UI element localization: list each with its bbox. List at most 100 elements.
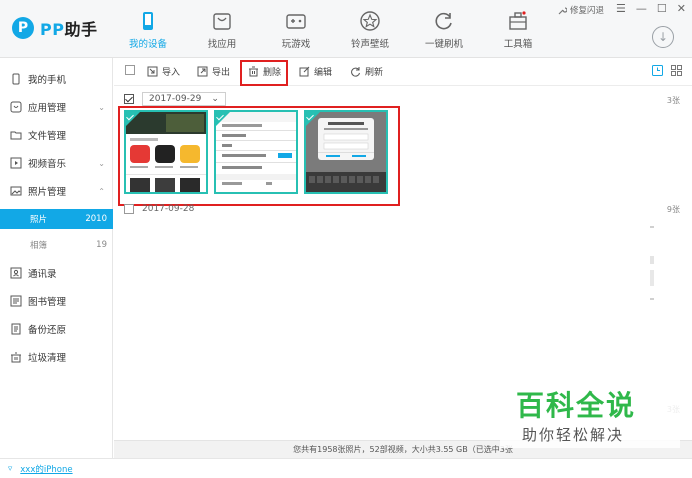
nav-label: 我的设备 — [128, 39, 167, 50]
sidebar-sub-label: 照片 — [30, 215, 48, 225]
window-controls: ☰ — ☐ ✕ — [616, 2, 686, 15]
view-toggle — [652, 65, 682, 76]
import-button[interactable]: 导入 — [147, 65, 180, 78]
device-bar: ▿ xxx的iPhone — [0, 458, 692, 478]
edit-icon — [299, 66, 310, 77]
group-checkbox[interactable] — [124, 204, 134, 214]
refresh-label: 刷新 — [365, 68, 384, 78]
download-icon[interactable]: ↓ — [652, 26, 674, 48]
import-icon — [147, 66, 158, 77]
sidebar-sub-label: 相簿 — [30, 241, 48, 251]
refresh-small-icon — [351, 67, 360, 77]
refresh-button[interactable]: 刷新 — [350, 65, 383, 78]
sidebar-item-label: 应用管理 — [28, 103, 67, 114]
sidebar-item-file-manager[interactable]: 文件管理 — [0, 123, 113, 147]
sidebar: 我的手机 应用管理 ⌄ 文件管理 视频音乐 ⌄ 照片管理 ⌃ 照片 2010 相… — [0, 58, 113, 458]
grid-view-icon[interactable] — [671, 65, 682, 76]
nav-ringtones[interactable]: 铃声壁纸 — [340, 10, 400, 50]
contacts-icon — [10, 267, 22, 279]
nav-label: 铃声壁纸 — [350, 39, 389, 50]
date-label: 2017-09-28 — [142, 204, 195, 214]
folder-icon — [10, 131, 22, 140]
watermark-title: 百科全说 — [516, 389, 637, 422]
chevron-up-icon: ⌃ — [98, 186, 105, 196]
sidebar-item-label: 通讯录 — [28, 269, 57, 280]
nav-play-games[interactable]: 玩游戏 — [266, 10, 326, 50]
sidebar-sub-count: 2010 — [85, 214, 107, 224]
maximize-icon[interactable]: ☐ — [657, 2, 667, 15]
scroll-marker — [650, 270, 654, 286]
wifi-icon: ▿ — [8, 463, 13, 474]
edit-button[interactable]: 编辑 — [299, 65, 332, 78]
watermark: 百科全说 助你轻松解决 — [500, 382, 680, 448]
repair-label: 修复闪退 — [569, 6, 604, 16]
menu-icon[interactable]: ☰ — [616, 2, 626, 15]
star-icon — [360, 11, 380, 31]
clock-view-icon[interactable] — [652, 65, 663, 76]
sidebar-item-label: 我的手机 — [28, 75, 67, 86]
export-label: 导出 — [212, 68, 231, 78]
nav-my-device[interactable]: 我的设备 — [118, 10, 178, 50]
scroll-marker — [650, 298, 654, 300]
group-count: 3张 — [666, 96, 680, 105]
photo-toolbar: 导入 导出 删除 编辑 刷新 — [114, 58, 692, 86]
phone-outline-icon — [12, 73, 20, 85]
sidebar-item-my-phone[interactable]: 我的手机 — [0, 67, 113, 91]
edit-label: 编辑 — [314, 68, 333, 78]
nav-label: 玩游戏 — [281, 39, 311, 50]
delete-highlight-box — [240, 60, 288, 86]
selection-highlight-box — [118, 106, 400, 206]
sidebar-item-label: 文件管理 — [28, 131, 67, 142]
device-name-link[interactable]: xxx的iPhone — [20, 463, 72, 475]
sidebar-item-backup[interactable]: 备份还原 — [0, 317, 113, 341]
date-label: 2017-09-29 — [149, 94, 202, 104]
nav-label: 工具箱 — [503, 39, 533, 50]
logo-mark: P — [12, 17, 34, 39]
nav-flash[interactable]: 一键刷机 — [414, 10, 474, 50]
sidebar-sub-albums[interactable]: 相簿 19 — [0, 235, 113, 255]
logo-text: PP助手 — [40, 20, 98, 39]
sidebar-item-label: 备份还原 — [28, 325, 67, 336]
export-icon — [197, 66, 208, 77]
date-group-header: 2017-09-28 — [124, 204, 194, 214]
sidebar-item-video-music[interactable]: 视频音乐 ⌄ — [0, 151, 113, 175]
wrench-icon — [558, 6, 567, 14]
nav-find-apps[interactable]: 找应用 — [192, 10, 252, 50]
minimize-icon[interactable]: — — [636, 2, 647, 15]
sidebar-item-label: 照片管理 — [28, 187, 67, 198]
gamepad-icon — [286, 14, 306, 29]
group-count: 9张 — [666, 205, 680, 214]
nav-toolbox[interactable]: 工具箱 — [488, 10, 548, 50]
phone-icon — [143, 12, 153, 30]
sidebar-item-app-manager[interactable]: 应用管理 ⌄ — [0, 95, 113, 119]
app-icon — [10, 101, 22, 113]
export-button[interactable]: 导出 — [197, 65, 230, 78]
sidebar-item-cleanup[interactable]: 垃圾清理 — [0, 345, 113, 369]
nav-label: 一键刷机 — [424, 39, 463, 50]
sidebar-item-photo-manager[interactable]: 照片管理 ⌃ — [0, 179, 113, 203]
repair-crash-button[interactable]: 修复闪退 — [558, 4, 604, 16]
sidebar-item-books[interactable]: 图书管理 — [0, 289, 113, 313]
import-label: 导入 — [162, 68, 181, 78]
sidebar-sub-photos[interactable]: 照片 2010 — [0, 209, 113, 229]
refresh-icon — [435, 12, 452, 30]
sidebar-item-label: 视频音乐 — [28, 159, 67, 170]
scroll-marker — [650, 256, 654, 264]
group-checkbox[interactable] — [124, 94, 134, 104]
sidebar-item-contacts[interactable]: 通讯录 — [0, 261, 113, 285]
watermark-subtitle: 助你轻松解决 — [522, 426, 625, 444]
chevron-down-icon: ⌄ — [98, 102, 105, 112]
sidebar-item-label: 图书管理 — [28, 297, 67, 308]
book-icon — [10, 295, 22, 307]
app-logo: P PP助手 — [12, 16, 97, 40]
date-group-header: 2017-09-29 ⌄ — [124, 92, 226, 106]
backup-icon — [11, 323, 21, 335]
image-icon — [10, 186, 22, 196]
select-all-checkbox[interactable] — [125, 65, 135, 75]
close-icon[interactable]: ✕ — [677, 2, 686, 15]
trash-bin-icon — [11, 352, 21, 363]
scroll-marker — [650, 226, 654, 228]
date-dropdown[interactable]: 2017-09-29 ⌄ — [142, 92, 226, 106]
sidebar-item-label: 垃圾清理 — [28, 353, 67, 364]
bag-icon — [213, 13, 231, 30]
